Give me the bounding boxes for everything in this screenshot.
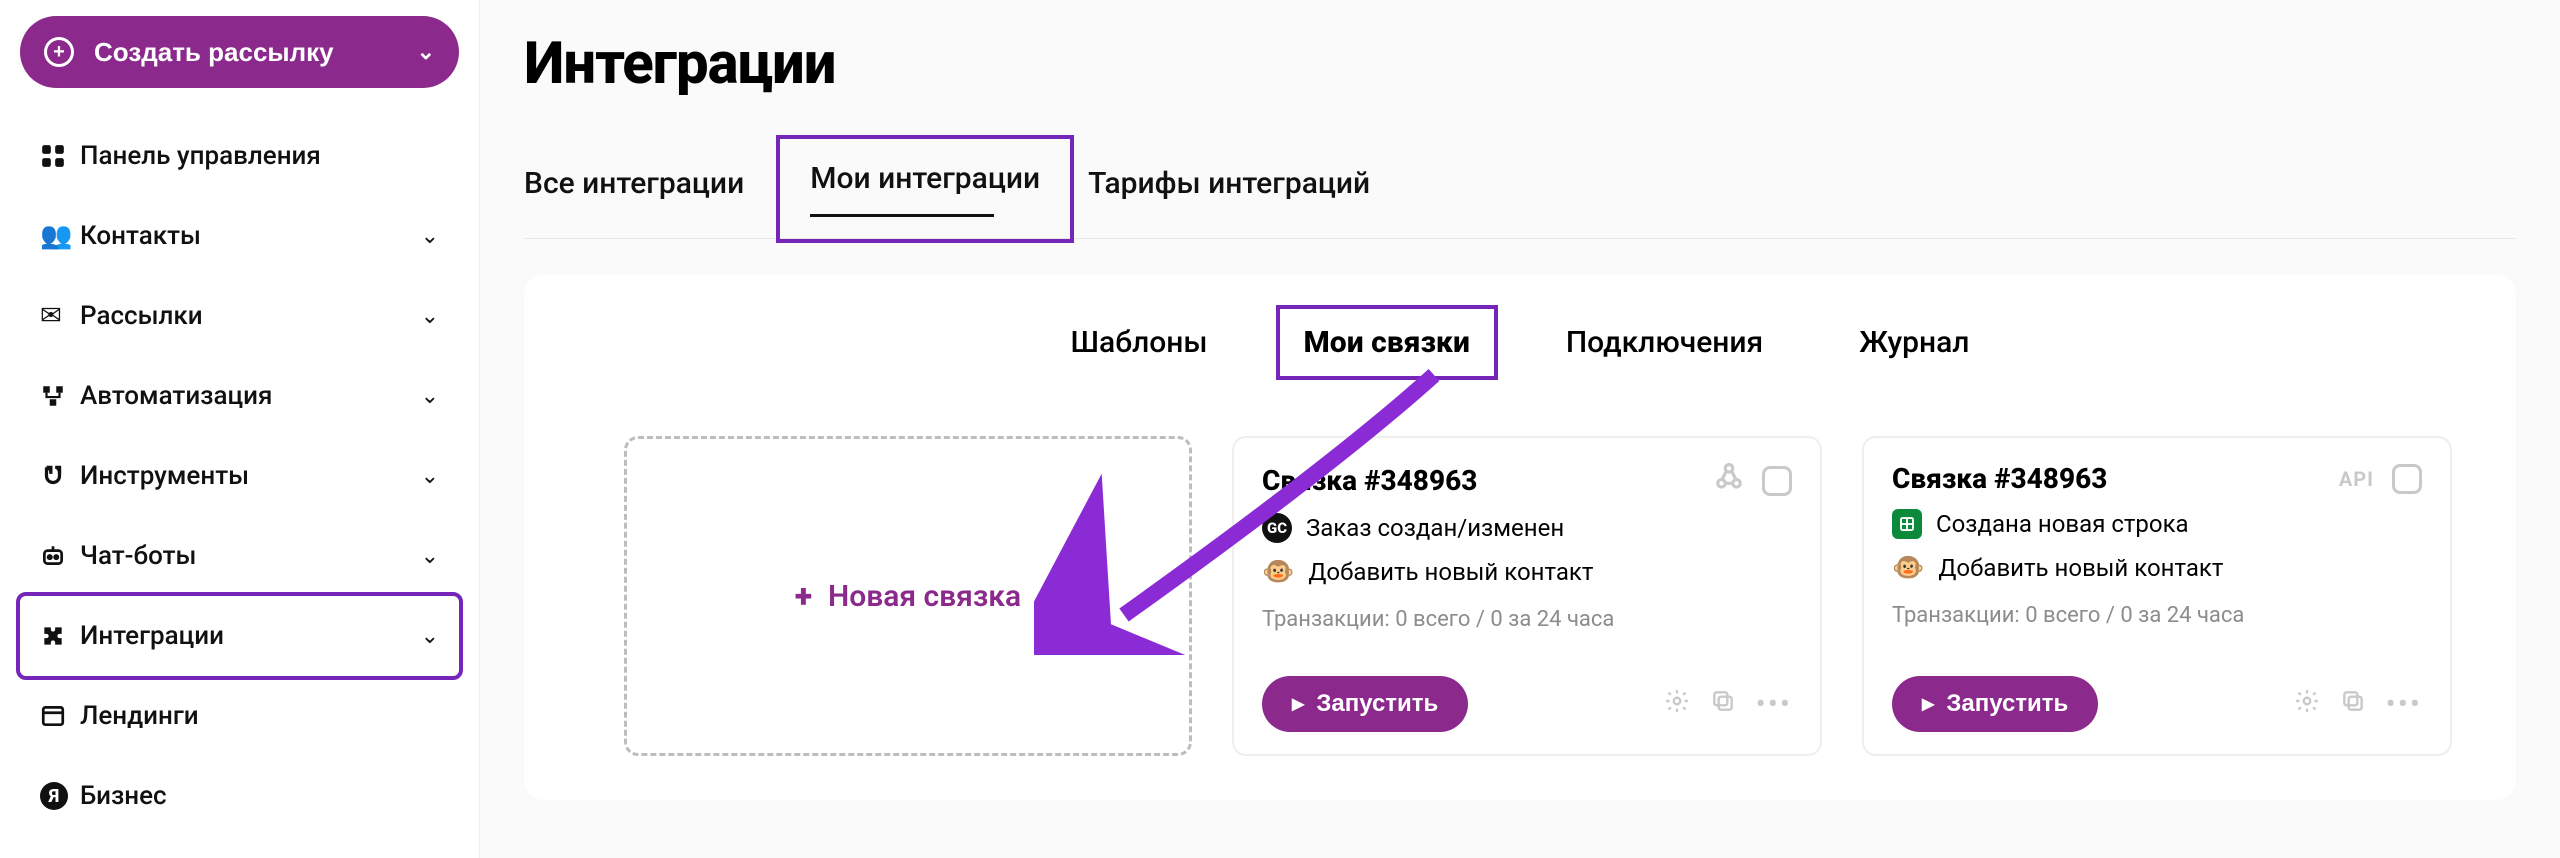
- run-label: Запустить: [1316, 690, 1438, 718]
- bundle-action-line: 🐵 Добавить новый контакт: [1262, 557, 1792, 587]
- sidebar-item-label: Бизнес: [80, 781, 167, 811]
- webhook-icon: [1714, 462, 1744, 499]
- getcourse-icon: GC: [1262, 513, 1292, 543]
- sub-tab-templates[interactable]: Шаблоны: [1047, 309, 1232, 376]
- bundle-action-text: Добавить новый контакт: [1938, 554, 2223, 582]
- dashboard-icon: [40, 143, 80, 169]
- puzzle-icon: [40, 623, 80, 649]
- run-label: Запустить: [1946, 690, 2068, 718]
- chevron-down-icon: ⌄: [421, 624, 439, 649]
- top-tab-all-integrations[interactable]: Все интеграции: [524, 152, 770, 225]
- sidebar-item-business[interactable]: Я Бизнес: [20, 756, 459, 836]
- sidebar: + Создать рассылку ⌄ Панель управления 👥…: [0, 0, 480, 858]
- mail-icon: ✉: [40, 301, 80, 331]
- new-bundle-card[interactable]: + Новая связка: [624, 436, 1192, 756]
- yandex-icon: Я: [40, 782, 80, 810]
- bundle-cards-row: + Новая связка Связка #348963 GC Заказ с…: [564, 436, 2476, 756]
- bundle-card-header: Связка #348963 API: [1892, 462, 2422, 495]
- bundle-card-footer: ▶ Запустить •••: [1892, 662, 2422, 732]
- bundle-select-checkbox[interactable]: [2392, 464, 2422, 494]
- bundle-trigger-text: Создана новая строка: [1936, 510, 2189, 538]
- sidebar-item-label: Рассылки: [80, 301, 203, 331]
- landings-icon: [40, 703, 80, 729]
- sidebar-item-label: Лендинги: [80, 701, 199, 731]
- bundle-title: Связка #348963: [1892, 462, 2107, 495]
- sidebar-item-label: Инструменты: [80, 461, 249, 491]
- create-campaign-button[interactable]: + Создать рассылку ⌄: [20, 16, 459, 88]
- bundle-trigger-line: GC Заказ создан/изменен: [1262, 513, 1792, 543]
- monkey-icon: 🐵: [1892, 553, 1924, 583]
- bundle-card-header: Связка #348963: [1262, 462, 1792, 499]
- sidebar-item-label: Интеграции: [80, 621, 224, 651]
- bundle-stats: Транзакции: 0 всего / 0 за 24 часа: [1892, 603, 2422, 628]
- play-icon: ▶: [1292, 694, 1304, 714]
- sidebar-item-landings[interactable]: Лендинги: [20, 676, 459, 756]
- more-menu-icon[interactable]: •••: [2386, 687, 2422, 722]
- integrations-panel: Шаблоны Мои связки Подключения Журнал + …: [524, 275, 2516, 800]
- sidebar-item-campaigns[interactable]: ✉ Рассылки ⌄: [20, 276, 459, 356]
- bundle-title: Связка #348963: [1262, 464, 1477, 497]
- plus-icon: +: [795, 577, 812, 615]
- sidebar-item-automation[interactable]: Автоматизация ⌄: [20, 356, 459, 436]
- plus-circle-icon: +: [44, 37, 74, 67]
- active-tab-underline: [810, 214, 994, 217]
- sheets-icon: [1892, 509, 1922, 539]
- sidebar-item-label: Чат-боты: [80, 541, 196, 571]
- copy-icon[interactable]: [1710, 688, 1736, 721]
- run-bundle-button[interactable]: ▶ Запустить: [1892, 676, 2098, 732]
- chevron-down-icon: ⌄: [421, 304, 439, 329]
- sub-tab-connections[interactable]: Подключения: [1542, 309, 1787, 376]
- bundle-card-footer: ▶ Запустить •••: [1262, 662, 1792, 732]
- main-content: Интеграции Все интеграции Мои интеграции…: [480, 0, 2560, 858]
- sidebar-item-integrations[interactable]: Интеграции ⌄: [20, 596, 459, 676]
- top-tab-tariffs[interactable]: Тарифы интеграций: [1088, 152, 1396, 225]
- bundle-action-line: 🐵 Добавить новый контакт: [1892, 553, 2422, 583]
- gear-icon[interactable]: [1664, 688, 1690, 721]
- chevron-down-icon: ⌄: [421, 384, 439, 409]
- sidebar-item-contacts[interactable]: 👥 Контакты ⌄: [20, 196, 459, 276]
- bundle-stats: Транзакции: 0 всего / 0 за 24 часа: [1262, 607, 1792, 632]
- chatbot-icon: [40, 543, 80, 569]
- copy-icon[interactable]: [2340, 688, 2366, 721]
- monkey-icon: 🐵: [1262, 557, 1294, 587]
- top-tab-my-integrations[interactable]: Мои интеграции: [780, 139, 1070, 239]
- bundle-card: Связка #348963 GC Заказ создан/изменен 🐵…: [1232, 436, 1822, 756]
- gear-icon[interactable]: [2294, 688, 2320, 721]
- chevron-down-icon: ⌄: [421, 224, 439, 249]
- sidebar-item-dashboard[interactable]: Панель управления: [20, 116, 459, 196]
- bundle-select-checkbox[interactable]: [1762, 466, 1792, 496]
- play-icon: ▶: [1922, 694, 1934, 714]
- run-bundle-button[interactable]: ▶ Запустить: [1262, 676, 1468, 732]
- chevron-down-icon: ⌄: [421, 464, 439, 489]
- automation-icon: [40, 383, 80, 409]
- sidebar-item-label: Панель управления: [80, 141, 321, 171]
- new-bundle-label: Новая связка: [828, 579, 1021, 614]
- create-campaign-label: Создать рассылку: [94, 37, 334, 68]
- top-tabs: Все интеграции Мои интеграции Тарифы инт…: [524, 138, 2516, 239]
- bundle-card: Связка #348963 API Создана новая строка …: [1862, 436, 2452, 756]
- magnet-icon: [40, 463, 80, 489]
- sidebar-item-tools[interactable]: Инструменты ⌄: [20, 436, 459, 516]
- bundle-action-text: Добавить новый контакт: [1308, 558, 1593, 586]
- chevron-down-icon: ⌄: [421, 544, 439, 569]
- more-menu-icon[interactable]: •••: [1756, 687, 1792, 722]
- bundle-trigger-line: Создана новая строка: [1892, 509, 2422, 539]
- sidebar-item-label: Автоматизация: [80, 381, 272, 411]
- chevron-down-icon: ⌄: [417, 39, 435, 65]
- top-tab-label: Мои интеграции: [810, 161, 1040, 196]
- sub-tab-journal[interactable]: Журнал: [1835, 309, 1993, 376]
- sidebar-item-chatbots[interactable]: Чат-боты ⌄: [20, 516, 459, 596]
- contacts-icon: 👥: [40, 221, 80, 251]
- api-badge: API: [2339, 467, 2374, 491]
- sub-tabs: Шаблоны Мои связки Подключения Журнал: [564, 309, 2476, 376]
- page-title: Интеграции: [524, 30, 2516, 98]
- sub-tab-my-bundles[interactable]: Мои связки: [1280, 309, 1494, 376]
- bundle-trigger-text: Заказ создан/изменен: [1306, 514, 1564, 542]
- sidebar-item-label: Контакты: [80, 221, 201, 251]
